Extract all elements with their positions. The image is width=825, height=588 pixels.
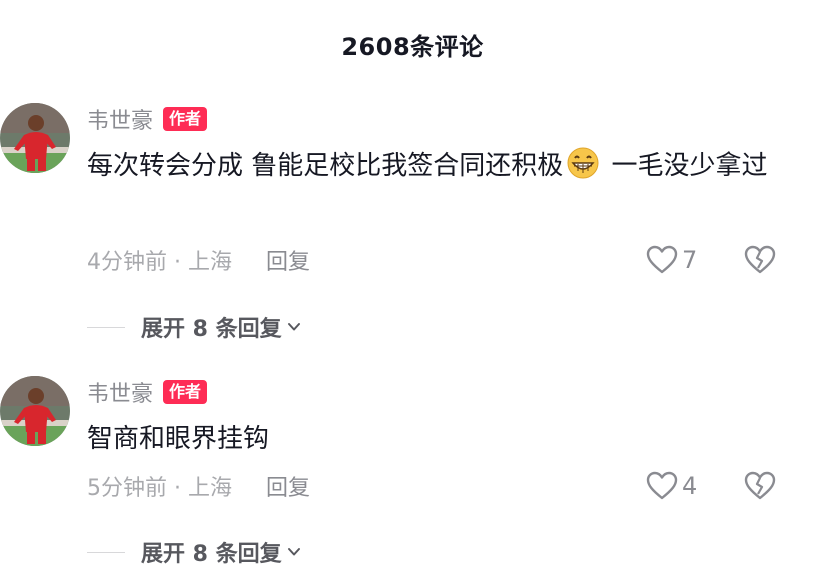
- time-location: 5分钟前 · 上海: [87, 476, 232, 501]
- grinning-face-icon: [566, 146, 600, 180]
- comment-text: 每次转会分成 鲁能足校比我签合同还积极 一毛没少拿过: [87, 144, 787, 188]
- expand-replies-label: 展开 8 条回复: [141, 542, 282, 567]
- heart-outline-icon: [646, 471, 678, 500]
- expand-replies-button[interactable]: 展开 8 条回复: [87, 537, 302, 567]
- comment-meta: 4分钟前 · 上海 回复: [87, 245, 310, 275]
- comment-text-part: 一毛没少拿过: [603, 151, 768, 181]
- expand-replies-button[interactable]: 展开 8 条回复: [87, 312, 302, 342]
- avatar[interactable]: [0, 376, 70, 446]
- reply-button[interactable]: 回复: [266, 244, 310, 276]
- comment-text-part: 每次转会分成 鲁能足校比我签合同还积极: [87, 151, 564, 181]
- time-location: 4分钟前 · 上海: [87, 250, 232, 275]
- username[interactable]: 韦世豪: [87, 376, 153, 408]
- expand-replies-label: 展开 8 条回复: [141, 317, 282, 342]
- divider: [87, 326, 125, 328]
- reply-button[interactable]: 回复: [266, 470, 310, 502]
- comment-header: 韦世豪 作者: [87, 376, 208, 408]
- comment-text: 智商和眼界挂钩: [87, 424, 270, 454]
- chevron-down-icon: [287, 323, 300, 331]
- comment-meta: 5分钟前 · 上海 回复: [87, 471, 310, 501]
- broken-heart-icon[interactable]: [744, 470, 776, 502]
- chevron-down-icon: [287, 548, 300, 556]
- like-button[interactable]: 7: [646, 244, 697, 276]
- like-count: 7: [682, 246, 698, 274]
- heart-outline-icon: [646, 245, 678, 274]
- comment-count-title: 2608条评论: [341, 33, 484, 61]
- like-count: 4: [682, 472, 698, 500]
- avatar[interactable]: [0, 103, 70, 173]
- author-badge: 作者: [163, 380, 208, 404]
- author-badge: 作者: [163, 107, 208, 131]
- broken-heart-icon[interactable]: [744, 244, 776, 276]
- like-button[interactable]: 4: [646, 470, 697, 502]
- comments-panel: 2608条评论 韦世豪 作者 每次转会分成 鲁能足校比我签合同还积极 一毛没少拿…: [0, 0, 825, 588]
- comment-header: 韦世豪 作者: [87, 103, 208, 135]
- username[interactable]: 韦世豪: [87, 103, 153, 135]
- divider: [87, 551, 125, 553]
